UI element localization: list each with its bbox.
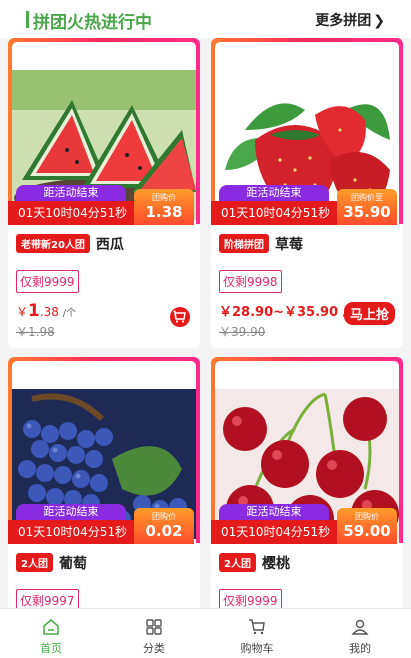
group-price-value: 59.00 — [343, 522, 391, 540]
countdown-timer: 01天10时04分51秒 — [211, 201, 339, 225]
countdown-timer: 01天10时04分51秒 — [211, 520, 339, 544]
original-price: ￥39.90 — [219, 325, 266, 339]
countdown-label: 距活动结束 — [16, 185, 126, 201]
price-range-text: ￥28.90~￥35.90 — [219, 305, 339, 320]
tab-label: 分类 — [143, 642, 165, 655]
countdown-strip: 距活动结束 01天10时04分51秒 团购价至 35.90 — [211, 185, 403, 225]
group-price-box: 团购价 0.02 — [134, 508, 194, 544]
buy-now-button[interactable]: 马上抢 — [343, 302, 395, 325]
group-price-label: 团购价 — [152, 193, 176, 202]
countdown-timer: 01天10时04分51秒 — [8, 520, 136, 544]
product-title-row: 2人团 樱桃 — [219, 552, 290, 573]
product-card-watermelon[interactable]: 距活动结束 01天10时04分51秒 团购价 1.38 老带新20人团 西瓜 仅剩… — [8, 38, 200, 348]
group-type-badge: 老带新20人团 — [16, 234, 90, 253]
group-type-badge: 阶梯拼团 — [219, 234, 269, 253]
tab-label: 购物车 — [240, 642, 274, 655]
group-price-value: 0.02 — [145, 522, 183, 540]
home-icon — [43, 619, 59, 635]
sale-price: ￥1.38 /个 — [16, 301, 76, 321]
stock-remaining-tag: 仅剩9999 — [16, 270, 79, 293]
countdown-label: 距活动结束 — [219, 504, 329, 520]
cart-icon — [173, 310, 186, 323]
tab-category[interactable]: 分类 — [103, 609, 205, 658]
tab-profile[interactable]: 我的 — [309, 609, 411, 658]
price-decimal: .38 — [39, 305, 59, 319]
title-accent-bar — [26, 11, 29, 28]
more-link-label: 更多拼团 — [315, 13, 372, 29]
tab-cart[interactable]: 购物车 — [206, 609, 308, 658]
category-icon — [146, 619, 162, 635]
chevron-right-icon: ❯ — [373, 13, 385, 29]
product-name[interactable]: 西瓜 — [96, 234, 124, 254]
add-to-cart-button[interactable] — [170, 307, 190, 327]
countdown-strip: 距活动结束 01天10时04分51秒 团购价 0.02 — [8, 504, 200, 544]
group-price-label: 团购价 — [152, 512, 176, 521]
countdown-label: 距活动结束 — [219, 185, 329, 201]
group-price-box: 团购价 59.00 — [337, 508, 397, 544]
countdown-timer: 01天10时04分51秒 — [8, 201, 136, 225]
group-price-label: 团购价 — [355, 512, 379, 521]
section-header: 拼团火热进行中 更多拼团 ❯ — [0, 0, 411, 38]
product-title-row: 2人团 葡萄 — [16, 552, 87, 573]
price-integer: 1 — [28, 301, 40, 321]
section-title: 拼团火热进行中 — [33, 13, 152, 33]
original-price: ￥1.98 — [16, 325, 55, 339]
countdown-strip: 距活动结束 01天10时04分51秒 团购价 1.38 — [8, 185, 200, 225]
group-price-value: 35.90 — [343, 203, 391, 221]
bottom-tab-bar: 首页 分类 购物车 我的 — [0, 608, 411, 658]
group-price-box: 团购价至 35.90 — [337, 189, 397, 225]
product-title-row: 阶梯拼团 草莓 — [219, 233, 303, 254]
group-price-label: 团购价至 — [351, 193, 383, 202]
product-name[interactable]: 葡萄 — [59, 553, 87, 573]
group-type-badge: 2人团 — [219, 553, 256, 572]
currency-symbol: ￥ — [16, 305, 29, 319]
countdown-strip: 距活动结束 01天10时04分51秒 团购价 59.00 — [211, 504, 403, 544]
tab-label: 我的 — [349, 642, 371, 655]
group-type-badge: 2人团 — [16, 553, 53, 572]
product-card-strawberry[interactable]: 距活动结束 01天10时04分51秒 团购价至 35.90 阶梯拼团 草莓 仅剩9… — [211, 38, 403, 348]
stock-remaining-tag: 仅剩9998 — [219, 270, 282, 293]
tab-label: 首页 — [40, 642, 62, 655]
product-name[interactable]: 樱桃 — [262, 553, 290, 573]
tab-home[interactable]: 首页 — [0, 609, 102, 658]
more-group-buy-link[interactable]: 更多拼团 ❯ — [315, 10, 385, 30]
cart-icon — [249, 619, 265, 635]
price-unit: /个 — [62, 308, 77, 319]
user-icon — [351, 619, 369, 635]
group-price-box: 团购价 1.38 — [134, 189, 194, 225]
countdown-label: 距活动结束 — [16, 504, 126, 520]
sale-price-range: ￥28.90~￥35.90 /件 — [219, 301, 356, 320]
product-name[interactable]: 草莓 — [275, 234, 303, 254]
product-title-row: 老带新20人团 西瓜 — [16, 233, 124, 254]
group-price-value: 1.38 — [145, 203, 183, 221]
